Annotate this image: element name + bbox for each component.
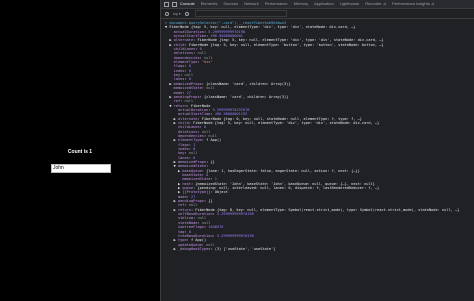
devtools-panel: Console Elements Sources Network Perform… — [160, 0, 474, 301]
tab-network[interactable]: Network — [241, 0, 262, 8]
tab-recorder[interactable]: Recorder ⊿ — [362, 0, 389, 8]
tab-lighthouse[interactable]: Lighthouse — [337, 0, 363, 8]
app-preview: Count is 1 John — [0, 0, 160, 301]
tab-performance[interactable]: Performance — [262, 0, 291, 8]
tab-application[interactable]: Application — [311, 0, 337, 8]
tab-sources[interactable]: Sources — [220, 0, 241, 8]
devtools-tabbar: Console Elements Sources Network Perform… — [161, 0, 474, 9]
console-toolbar: top ▾ — [161, 9, 474, 19]
tab-elements[interactable]: Elements — [198, 0, 221, 8]
filter-input[interactable] — [194, 10, 287, 17]
tab-memory[interactable]: Memory — [291, 0, 311, 8]
eye-icon[interactable] — [184, 11, 189, 16]
clear-console-icon[interactable] — [165, 11, 169, 16]
count-card[interactable]: Count is 1 — [51, 144, 109, 160]
console-output: > document.querySelector(".card").__reac… — [161, 19, 474, 251]
tab-console[interactable]: Console — [177, 0, 198, 8]
inspect-icon[interactable] — [164, 1, 169, 7]
name-input[interactable]: John — [51, 164, 111, 173]
tab-performance-insights[interactable]: Performance insights ⊿ — [389, 0, 437, 8]
context-selector[interactable]: top ▾ — [173, 12, 181, 16]
console-line[interactable]: ▶ _debugHookTypes: (3) ['useState', 'use… — [165, 247, 474, 251]
